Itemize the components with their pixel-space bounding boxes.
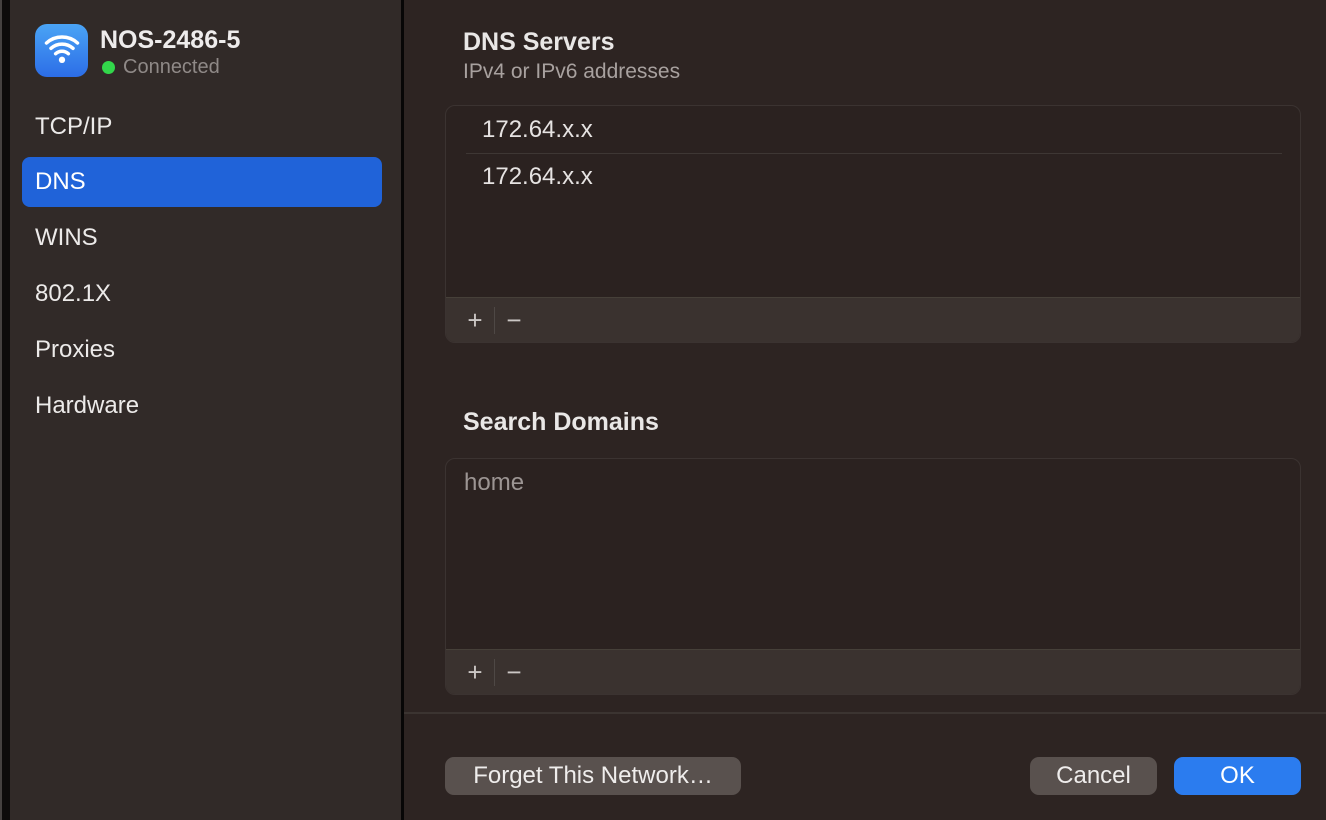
connected-status-dot — [102, 61, 115, 74]
sidebar-item-wins[interactable]: WINS — [22, 213, 382, 263]
ok-button[interactable]: OK — [1174, 757, 1301, 795]
content-panel: DNS Servers IPv4 or IPv6 addresses 172.6… — [404, 0, 1326, 820]
dns-servers-subtitle: IPv4 or IPv6 addresses — [463, 60, 680, 84]
search-domains-rows: home — [446, 459, 1300, 649]
forget-network-button[interactable]: Forget This Network… — [445, 757, 741, 795]
minus-icon[interactable]: − — [495, 299, 533, 341]
wifi-icon — [35, 24, 88, 77]
plus-icon[interactable]: + — [456, 651, 494, 693]
sidebar: NOS-2486-5 Connected TCP/IP DNS WINS 802… — [10, 0, 401, 820]
search-domains-list: home + − — [445, 458, 1301, 695]
sidebar-item-hardware[interactable]: Hardware — [22, 381, 382, 431]
network-status: Connected — [102, 56, 220, 79]
dns-servers-toolbar: + − — [446, 297, 1300, 342]
connected-status-label: Connected — [123, 56, 220, 79]
search-domains-title: Search Domains — [463, 408, 659, 437]
dns-server-entry[interactable]: 172.64.x.x — [446, 153, 1300, 200]
search-domains-toolbar: + − — [446, 649, 1300, 694]
dns-servers-title: DNS Servers — [463, 28, 614, 57]
footer-divider — [404, 712, 1326, 714]
row-divider — [466, 153, 1282, 154]
network-name: NOS-2486-5 — [100, 26, 240, 55]
sidebar-item-dns[interactable]: DNS — [22, 157, 382, 207]
window-edge — [0, 0, 10, 820]
dns-server-entry[interactable]: 172.64.x.x — [446, 106, 1300, 153]
sidebar-item-8021x[interactable]: 802.1X — [22, 269, 382, 319]
plus-icon[interactable]: + — [456, 299, 494, 341]
search-domain-entry[interactable]: home — [446, 459, 1300, 506]
sidebar-item-tcpip[interactable]: TCP/IP — [22, 102, 382, 152]
minus-icon[interactable]: − — [495, 651, 533, 693]
dns-servers-list: 172.64.x.x 172.64.x.x + − — [445, 105, 1301, 343]
cancel-button[interactable]: Cancel — [1030, 757, 1157, 795]
dns-servers-rows: 172.64.x.x 172.64.x.x — [446, 106, 1300, 297]
network-details-window: NOS-2486-5 Connected TCP/IP DNS WINS 802… — [0, 0, 1326, 820]
sidebar-item-proxies[interactable]: Proxies — [22, 325, 382, 375]
